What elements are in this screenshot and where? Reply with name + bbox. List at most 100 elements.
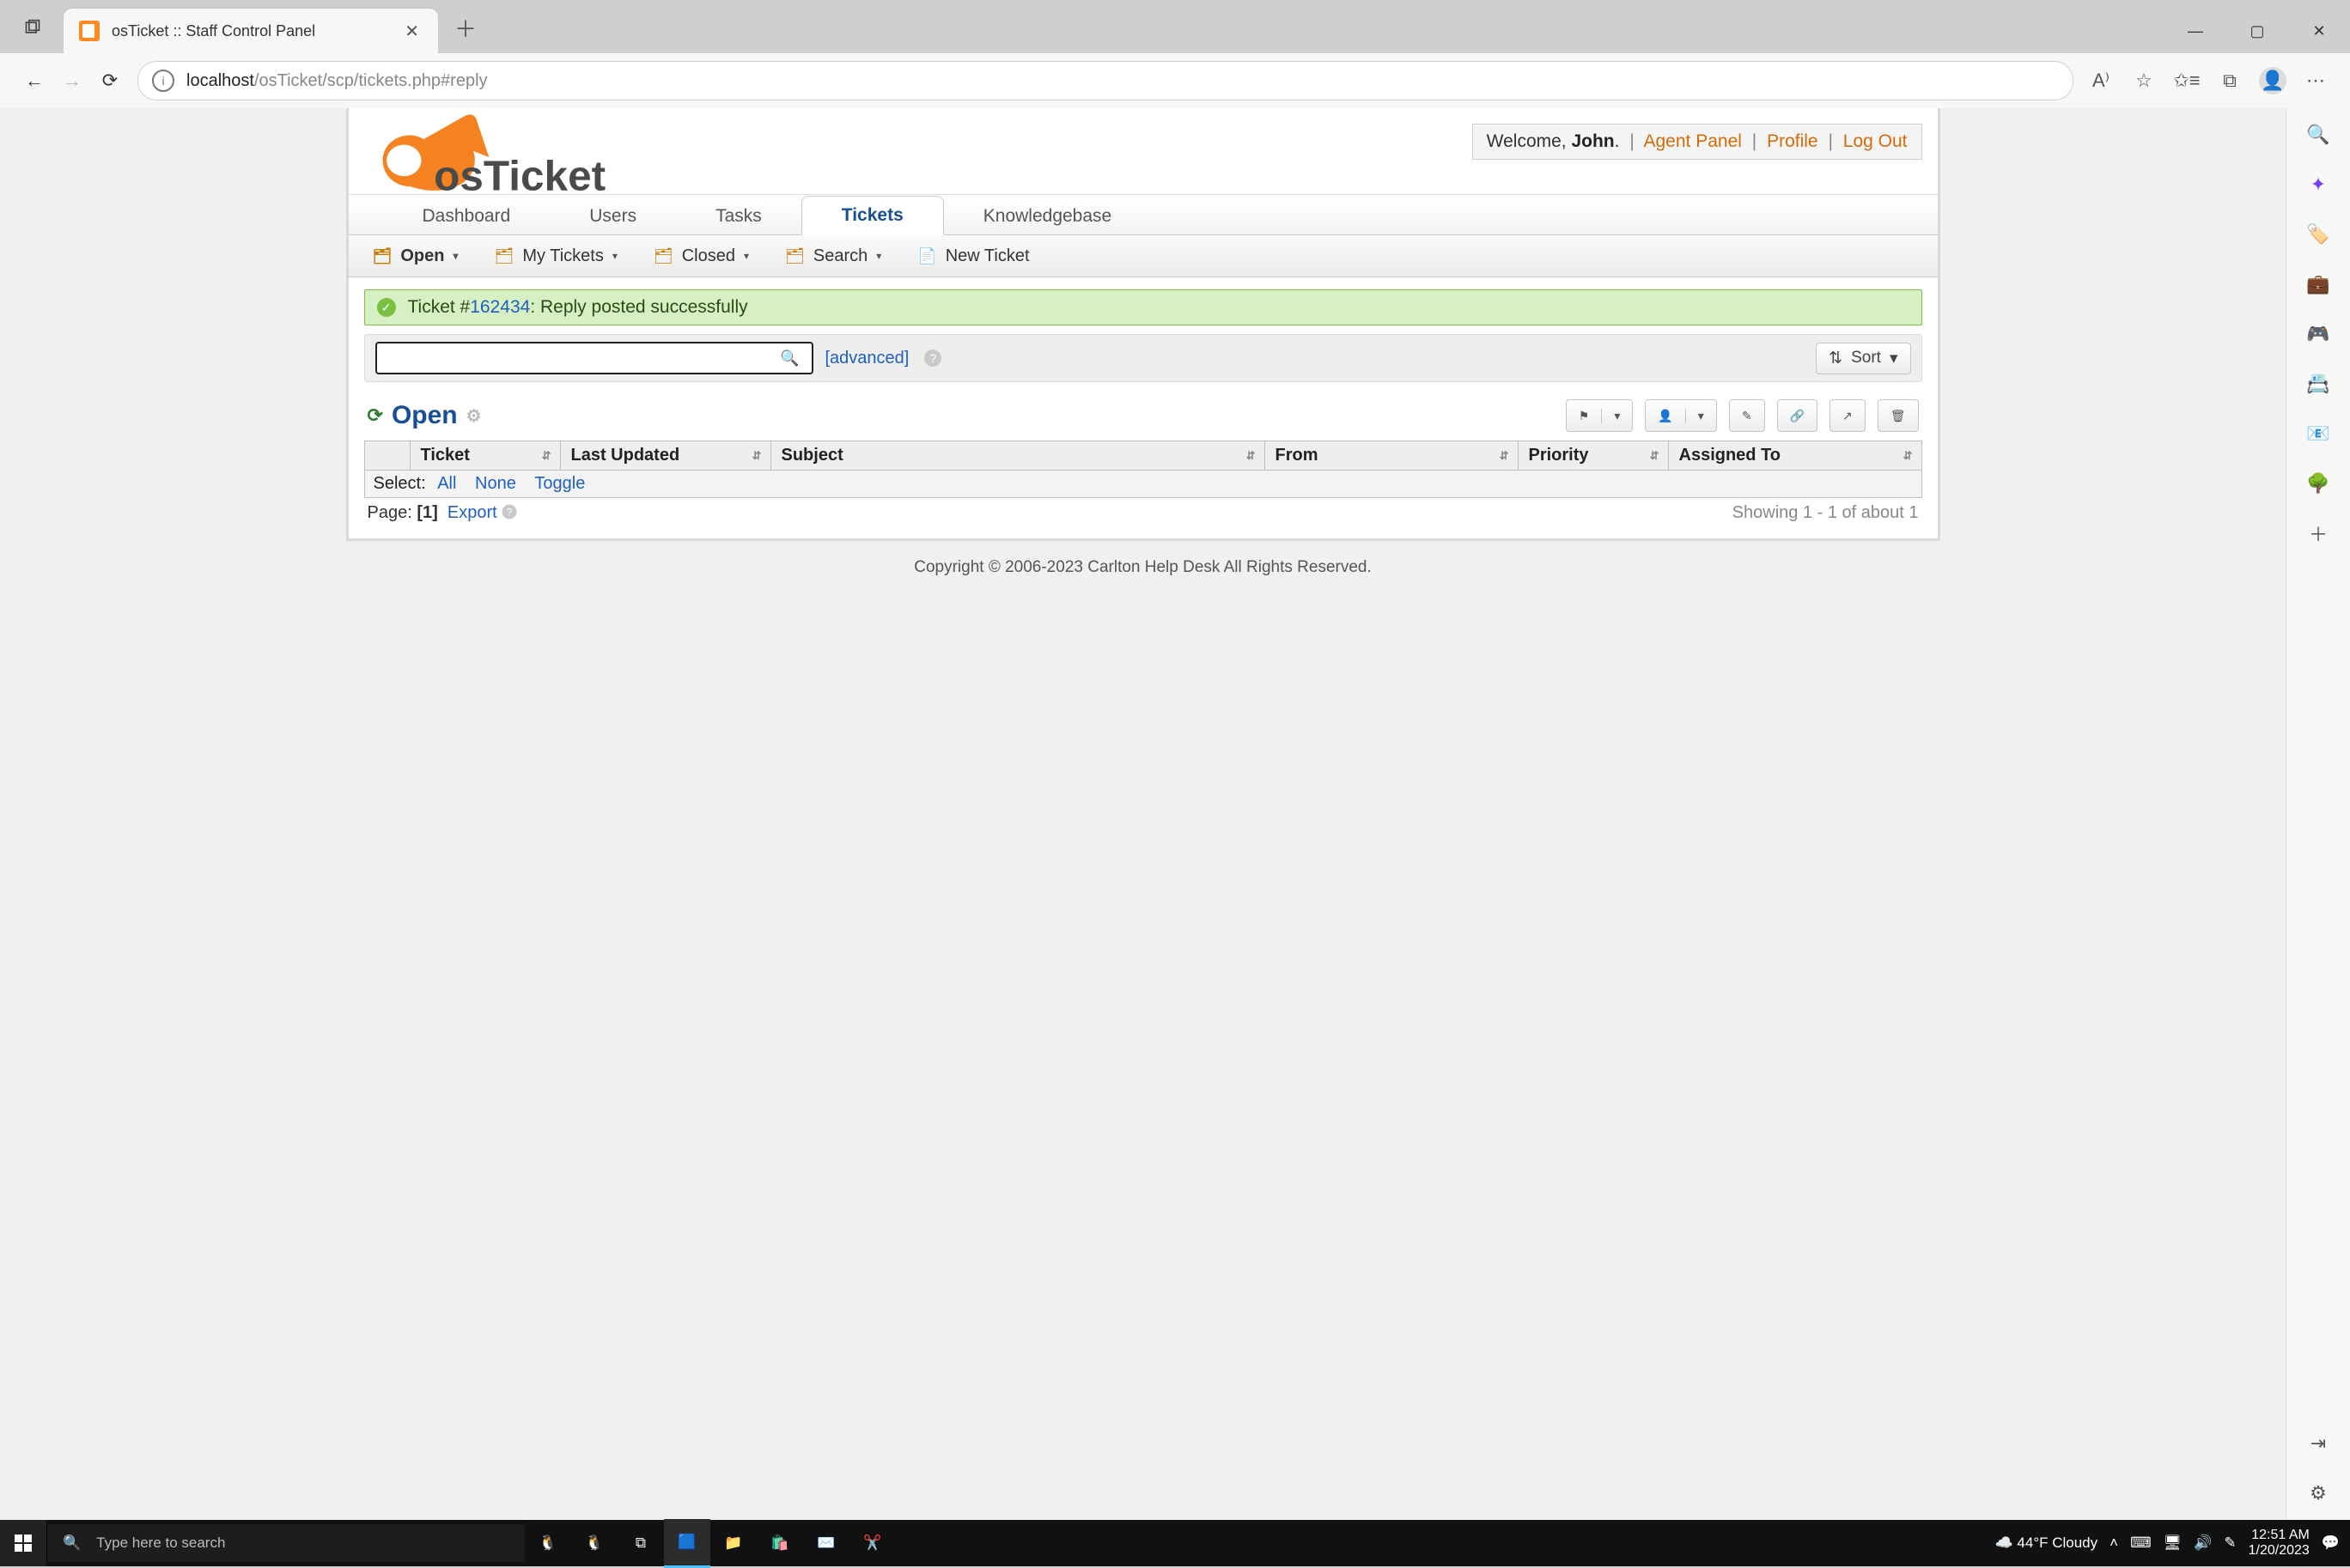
- profile-link[interactable]: Profile: [1767, 131, 1818, 151]
- taskbar-app-snip[interactable]: ✂️: [849, 1520, 896, 1566]
- th-priority[interactable]: Priority⇵: [1518, 441, 1668, 471]
- th-from[interactable]: From⇵: [1264, 441, 1518, 471]
- taskbar-app-penguins[interactable]: 🐧: [525, 1520, 571, 1566]
- collections-button[interactable]: ⧉: [2211, 62, 2249, 100]
- subnav-closed[interactable]: 🗂 Closed ▾: [654, 246, 749, 266]
- flag-dropdown[interactable]: ⚑ ▾: [1566, 399, 1634, 432]
- taskbar-clock[interactable]: 12:51 AM 1/20/2023: [2249, 1528, 2310, 1558]
- note-icon: ✎: [1742, 409, 1752, 423]
- welcome-user: John: [1571, 131, 1614, 151]
- sidebar-settings-button[interactable]: ⚙: [2304, 1479, 2333, 1508]
- window-minimize-button[interactable]: ―: [2164, 9, 2226, 53]
- profile-avatar-button[interactable]: 👤: [2254, 62, 2292, 100]
- tab-close-button[interactable]: ✕: [401, 21, 423, 42]
- nav-knowledgebase[interactable]: Knowledgebase: [944, 198, 1151, 235]
- welcome-label: Welcome,: [1487, 131, 1572, 151]
- search-icon[interactable]: 🔍: [775, 349, 804, 368]
- subnav-my-tickets[interactable]: 🗂 My Tickets ▾: [495, 246, 618, 266]
- select-none-link[interactable]: None: [475, 474, 516, 493]
- th-ticket[interactable]: Ticket⇵: [410, 441, 560, 471]
- subnav-search[interactable]: 🗂 Search ▾: [785, 246, 881, 266]
- folder-search-icon: 🗂: [785, 247, 805, 265]
- export-link[interactable]: Export: [447, 503, 497, 523]
- sidebar-add-button[interactable]: ＋: [2304, 519, 2333, 548]
- nav-tickets[interactable]: Tickets: [801, 196, 944, 235]
- tray-chevron-icon[interactable]: ˄: [2110, 1535, 2118, 1552]
- note-button[interactable]: ✎: [1729, 399, 1765, 432]
- taskbar-app-penguins2[interactable]: 🐧: [571, 1520, 618, 1566]
- sidebar-shopping-button[interactable]: 🏷️: [2304, 220, 2333, 249]
- ticket-search-box[interactable]: 🔍: [375, 342, 813, 374]
- window-close-button[interactable]: ✕: [2288, 9, 2350, 53]
- subnav-new-ticket[interactable]: 📄 New Ticket: [917, 246, 1029, 266]
- app-header: osTicket Welcome, John. | Agent Panel | …: [349, 108, 1938, 195]
- svg-text:osTicket: osTicket: [434, 153, 606, 200]
- window-maximize-button[interactable]: ▢: [2226, 9, 2288, 53]
- help-icon[interactable]: ?: [924, 349, 941, 367]
- sidebar-tools-button[interactable]: 💼: [2304, 270, 2333, 299]
- logout-link[interactable]: Log Out: [1843, 131, 1908, 151]
- caret-down-icon: ▾: [1890, 349, 1898, 368]
- weather-widget[interactable]: ☁️ 44°F Cloudy: [1995, 1535, 2098, 1552]
- nav-refresh-button[interactable]: ⟳: [91, 62, 129, 100]
- nav-back-button[interactable]: ←: [15, 62, 53, 100]
- tab-actions-button[interactable]: [10, 5, 55, 50]
- sidebar-app-button[interactable]: 🌳: [2304, 469, 2333, 498]
- sidebar-games-button[interactable]: 🎮: [2304, 319, 2333, 349]
- delete-button[interactable]: 🗑: [1878, 399, 1919, 432]
- tray-volume-icon[interactable]: 🔊: [2194, 1535, 2212, 1552]
- taskbar-app-explorer[interactable]: 📁: [710, 1520, 757, 1566]
- agent-panel-link[interactable]: Agent Panel: [1643, 131, 1741, 151]
- ticket-number-link[interactable]: 162434: [470, 297, 530, 317]
- sidebar-search-button[interactable]: 🔍: [2304, 120, 2333, 149]
- sidebar-discover-button[interactable]: ✦: [2304, 170, 2333, 199]
- help-icon[interactable]: ?: [502, 505, 516, 520]
- taskbar-app-mail[interactable]: ✉️: [803, 1520, 849, 1566]
- browser-tab[interactable]: osTicket :: Staff Control Panel ✕: [64, 9, 438, 53]
- th-assigned-to[interactable]: Assigned To⇵: [1668, 441, 1921, 471]
- sort-button[interactable]: ⇅ Sort ▾: [1816, 343, 1910, 374]
- th-checkbox[interactable]: [364, 441, 410, 471]
- taskbar-app-edge[interactable]: 🟦: [664, 1519, 710, 1568]
- header-links: Welcome, John. | Agent Panel | Profile |…: [1472, 124, 1922, 160]
- osticket-logo[interactable]: osTicket: [357, 112, 684, 206]
- tray-input-icon[interactable]: ✎: [2224, 1535, 2236, 1552]
- taskbar-task-view[interactable]: ⧉: [618, 1520, 664, 1566]
- subnav-open[interactable]: 🗂 Open ▾: [373, 246, 459, 266]
- page-viewport[interactable]: osTicket Welcome, John. | Agent Panel | …: [0, 108, 2286, 1520]
- select-toggle-link[interactable]: Toggle: [534, 474, 585, 493]
- nav-tasks[interactable]: Tasks: [676, 198, 801, 235]
- star-favorite-button[interactable]: ☆: [2125, 62, 2163, 100]
- sidebar-office-button[interactable]: 📇: [2304, 369, 2333, 398]
- start-button[interactable]: [0, 1520, 46, 1566]
- more-button[interactable]: ⋯: [2297, 62, 2335, 100]
- edge-sidebar: 🔍 ✦ 🏷️ 💼 🎮 📇 📧 🌳 ＋ ⇥ ⚙: [2286, 108, 2350, 1520]
- nav-users[interactable]: Users: [550, 198, 676, 235]
- taskbar-search[interactable]: 🔍 Type here to search: [46, 1524, 525, 1562]
- assign-dropdown[interactable]: 👤 ▾: [1645, 399, 1716, 432]
- action-center-icon[interactable]: 💬: [2322, 1535, 2340, 1552]
- th-last-updated[interactable]: Last Updated⇵: [560, 441, 770, 471]
- ticket-search-input[interactable]: [384, 349, 776, 368]
- tray-meet-icon[interactable]: ⌨: [2130, 1535, 2152, 1552]
- refresh-icon[interactable]: ⟳: [368, 404, 383, 427]
- merge-button[interactable]: 🔗: [1777, 399, 1817, 432]
- gear-icon[interactable]: ⚙: [466, 405, 482, 427]
- favorites-button[interactable]: ✩≡: [2168, 62, 2206, 100]
- read-aloud-button[interactable]: A⁾: [2082, 62, 2120, 100]
- ticket-search-bar: 🔍 [advanced] ? ⇅ Sort ▾: [364, 334, 1922, 382]
- transfer-button[interactable]: ↗: [1829, 399, 1866, 432]
- nav-dashboard[interactable]: Dashboard: [383, 198, 551, 235]
- new-tab-button[interactable]: ＋: [443, 5, 488, 50]
- address-bar[interactable]: i localhost/osTicket/scp/tickets.php#rep…: [137, 61, 2073, 100]
- sidebar-outlook-button[interactable]: 📧: [2304, 419, 2333, 448]
- tray-display-icon[interactable]: 🖥: [2164, 1535, 2183, 1552]
- advanced-search-link[interactable]: [advanced]: [825, 349, 910, 368]
- sidebar-collapse-button[interactable]: ⇥: [2304, 1429, 2333, 1458]
- taskbar-app-store[interactable]: 🛍️: [757, 1520, 803, 1566]
- select-all-link[interactable]: All: [437, 474, 456, 493]
- user-icon: 👤: [1658, 409, 1672, 423]
- th-subject[interactable]: Subject⇵: [770, 441, 1264, 471]
- site-info-icon[interactable]: i: [152, 70, 174, 92]
- caret-down-icon: ▾: [612, 250, 618, 262]
